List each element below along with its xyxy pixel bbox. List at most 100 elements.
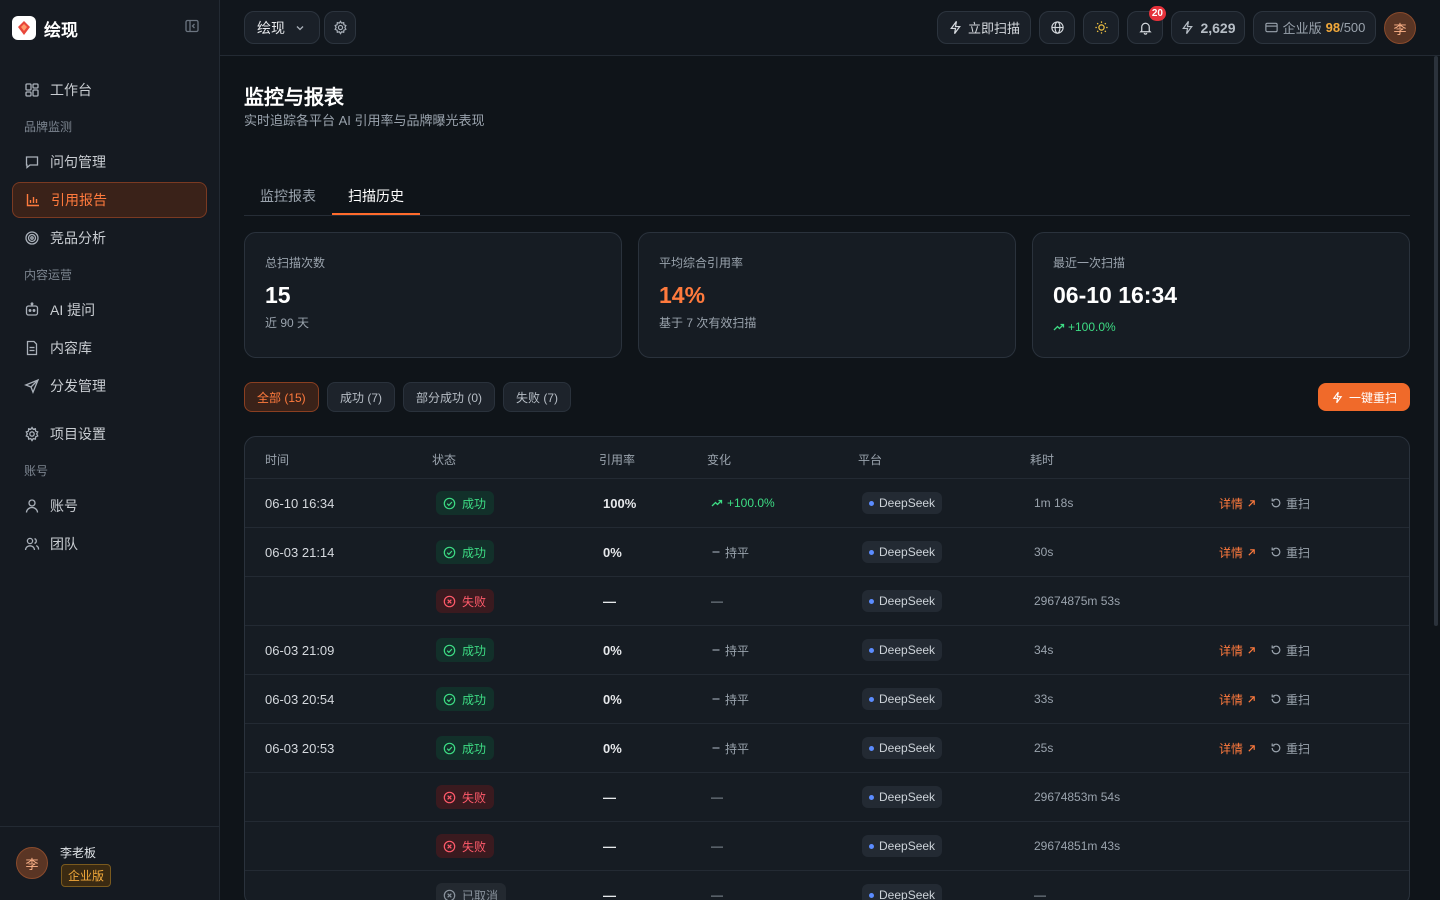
theme-toggle-button[interactable]: [1083, 11, 1119, 44]
project-select[interactable]: 绘现: [244, 11, 320, 44]
status-badge: 成功: [436, 638, 495, 662]
sidebar-item-label: 账号: [50, 498, 78, 514]
check-circle-icon: [443, 693, 456, 706]
cell-platform: DeepSeek: [862, 479, 943, 527]
sidebar-item-label: 问句管理: [50, 154, 106, 170]
tab-monitor-report[interactable]: 监控报表: [244, 178, 332, 215]
arrow-up-right-icon: [1247, 695, 1256, 704]
rescan-button[interactable]: 重扫: [1270, 691, 1310, 708]
cell-platform: DeepSeek: [862, 528, 943, 576]
filter-failed[interactable]: 失败 (7): [503, 382, 572, 412]
language-button[interactable]: [1039, 11, 1075, 44]
avatar[interactable]: 李: [16, 847, 48, 879]
nav-group-label: 内容运营: [24, 268, 73, 282]
detail-link[interactable]: 详情: [1219, 642, 1256, 659]
sidebar-item-document[interactable]: 内容库: [12, 330, 207, 366]
users-icon: [24, 536, 40, 552]
detail-label: 详情: [1219, 741, 1244, 756]
gear-icon: [24, 426, 40, 442]
cell-status: 失败: [436, 822, 495, 870]
detail-link[interactable]: 详情: [1219, 495, 1256, 512]
sidebar-nav: 工作台 品牌监测 问句管理 引用报告 竞品分析 内容运营 AI 提问 内容库 分发管理 项目设置账…: [12, 72, 207, 564]
scan-now-button[interactable]: 立即扫描: [937, 11, 1031, 44]
x-circle-icon: [443, 889, 456, 900]
cell-change: +100.0%: [711, 479, 775, 527]
cell-platform: DeepSeek: [862, 773, 943, 821]
sidebar-item-dashboard[interactable]: 工作台: [12, 72, 207, 108]
cell-status: 失败: [436, 773, 495, 821]
rescan-all-button[interactable]: 一键重扫: [1318, 383, 1410, 411]
notifications-button[interactable]: 20: [1127, 6, 1166, 44]
sun-icon: [1094, 20, 1109, 35]
sidebar-item-user[interactable]: 账号: [12, 488, 207, 524]
rescan-button[interactable]: 重扫: [1270, 740, 1310, 757]
x-circle-icon: [443, 840, 456, 853]
sidebar-item-message[interactable]: 问句管理: [12, 144, 207, 180]
cell-status: 成功: [436, 528, 495, 576]
change-value: —: [711, 594, 723, 608]
platform-dot-icon: [869, 647, 874, 653]
sidebar-item-bar-chart[interactable]: 引用报告: [12, 182, 207, 218]
sidebar-item-target[interactable]: 竞品分析: [12, 220, 207, 256]
platform-badge: DeepSeek: [862, 492, 943, 514]
status-label: 失败: [462, 839, 487, 854]
sidebar: 绘现 工作台 品牌监测 问句管理 引用报告 竞品分析 内容运营 AI 提问 内容库 分发管理 项目…: [0, 0, 220, 900]
stat-label: 平均综合引用率: [659, 256, 744, 270]
sidebar-item-label: 团队: [50, 536, 78, 552]
rescan-button[interactable]: 重扫: [1270, 544, 1310, 561]
cell-status: 成功: [436, 626, 495, 674]
platform-dot-icon: [869, 745, 874, 751]
cell-status: 成功: [436, 724, 495, 772]
credits-button[interactable]: 2,629: [1171, 11, 1245, 44]
nav-group-label: 账号: [24, 464, 49, 478]
filter-partial[interactable]: 部分成功 (0): [403, 382, 496, 412]
gear-icon: [333, 20, 348, 35]
stat-card-last-scan: 最近一次扫描 06-10 16:34 +100.0%: [1032, 232, 1410, 358]
table-row: 06-03 20:54 成功 0% 持平 DeepSeek 33s 详情 重扫: [245, 674, 1409, 723]
refresh-icon: [1270, 546, 1282, 558]
plan-usage-button[interactable]: 企业版 98/500: [1253, 11, 1376, 44]
refresh-icon: [1270, 644, 1282, 656]
filter-all[interactable]: 全部 (15): [244, 382, 319, 412]
cell-actions: 详情 重扫: [1219, 626, 1310, 674]
filter-success[interactable]: 成功 (7): [327, 382, 396, 412]
cell-status: 成功: [436, 479, 495, 527]
column-header-platform: 平台: [858, 453, 883, 467]
sidebar-item-sparkle[interactable]: AI 提问: [12, 292, 207, 328]
sidebar-item-gear[interactable]: 项目设置: [12, 416, 207, 452]
cell-status: 失败: [436, 577, 495, 625]
status-badge: 成功: [436, 540, 495, 564]
status-label: 成功: [462, 496, 487, 511]
table-row: 06-10 16:34 成功 100% +100.0% DeepSeek 1m 18s 详情…: [245, 478, 1409, 527]
change-value: 持平: [725, 692, 750, 707]
brand-logo-icon: [12, 16, 36, 40]
notification-badge: 20: [1148, 6, 1166, 21]
arrow-up-right-icon: [1247, 548, 1256, 557]
platform-label: DeepSeek: [879, 594, 936, 608]
cell-time: 06-03 21:09: [265, 642, 335, 658]
rescan-button[interactable]: 重扫: [1270, 642, 1310, 659]
stat-card-avg-citation: 平均综合引用率 14% 基于 7 次有效扫描: [638, 232, 1016, 358]
page-title: 监控与报表: [244, 87, 344, 109]
stat-note: 近 90 天: [265, 316, 310, 330]
sidebar-collapse-icon[interactable]: [184, 18, 202, 36]
project-settings-button[interactable]: [324, 11, 356, 44]
sidebar-item-users[interactable]: 团队: [12, 526, 207, 562]
arrow-up-right-icon: [1247, 646, 1256, 655]
brand[interactable]: 绘现: [12, 15, 78, 41]
avatar[interactable]: 李: [1384, 12, 1416, 44]
cell-change: 持平: [711, 724, 749, 772]
cell-actions: 详情 重扫: [1219, 528, 1310, 576]
table-row: 06-03 21:09 成功 0% 持平 DeepSeek 34s 详情 重扫: [245, 625, 1409, 674]
page-scrollbar[interactable]: [1434, 56, 1438, 626]
rescan-label: 重扫: [1286, 496, 1311, 511]
detail-link[interactable]: 详情: [1219, 740, 1256, 757]
sidebar-item-send[interactable]: 分发管理: [12, 368, 207, 404]
rescan-label: 重扫: [1286, 692, 1311, 707]
rescan-button[interactable]: 重扫: [1270, 495, 1310, 512]
status-label: 成功: [462, 643, 487, 658]
tab-scan-history[interactable]: 扫描历史: [332, 178, 420, 215]
detail-link[interactable]: 详情: [1219, 691, 1256, 708]
detail-link[interactable]: 详情: [1219, 544, 1256, 561]
sidebar-user[interactable]: 李 李老板 企业版: [0, 826, 219, 900]
